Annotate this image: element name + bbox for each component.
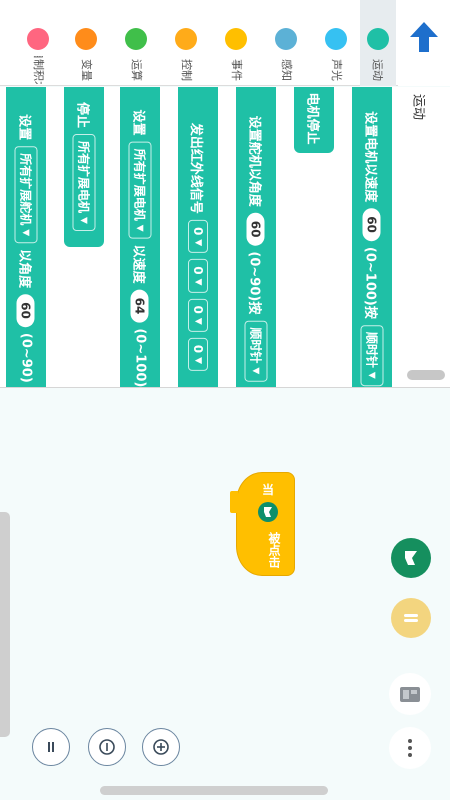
equal-icon <box>48 742 54 752</box>
block-text: (0~90)按 <box>246 251 262 315</box>
category-custom-blocks[interactable]: 自制积木 <box>22 0 55 86</box>
block-text: (0~90) <box>18 332 34 383</box>
angle-value-field[interactable]: 60 <box>17 294 35 327</box>
zoom-in-button[interactable] <box>142 728 180 766</box>
hat-block-when-flag-clicked[interactable]: 当 被点击 <box>230 472 295 576</box>
category-events[interactable]: 事件 <box>220 0 253 86</box>
speed-value-field[interactable]: 60 <box>363 208 381 241</box>
category-label: 感知 <box>279 59 293 81</box>
block-text: 电机停止 <box>304 92 320 145</box>
dropdown-arrow-icon: ▼ <box>367 371 377 379</box>
hat-when-text: 当 <box>261 483 274 497</box>
ir-byte-dropdown[interactable]: 0 ▼ <box>188 259 208 293</box>
angle-value-field[interactable]: 60 <box>247 212 265 246</box>
pause-icon <box>404 614 418 622</box>
category-label: 声光 <box>329 59 343 81</box>
dropdown-arrow-icon: ▼ <box>193 357 203 365</box>
block-text: 设置 <box>130 109 146 136</box>
palette-title-text: 运动 <box>410 93 426 121</box>
block-motor-stop[interactable]: 电机停止 <box>294 87 334 153</box>
block-text: 停止 <box>74 102 90 129</box>
ir-byte-dropdown[interactable]: 0 ▼ <box>188 337 208 372</box>
servo-select-dropdown[interactable]: 所有扩展舵机 ▼ <box>14 146 38 244</box>
block-text: 设置 <box>16 114 32 141</box>
block-text: 以速度 <box>130 244 146 284</box>
block-text: 以角度 <box>16 249 32 289</box>
green-flag-icon <box>405 551 417 565</box>
operators-color-dot <box>125 28 147 50</box>
block-stop-ext-motors[interactable]: 停止 所有扩展电机 ▼ <box>64 87 104 247</box>
block-set-ext-motor-speed[interactable]: 设置 所有扩展电机 ▼ 以速度 64 (0~100) <box>120 87 160 388</box>
run-green-flag-button[interactable] <box>391 538 431 578</box>
motor-select-dropdown[interactable]: 所有扩展电机 ▼ <box>72 134 96 231</box>
category-label: 运动 <box>371 59 384 81</box>
zoom-out-icon <box>99 739 115 755</box>
workspace-horizontal-scrollbar[interactable] <box>100 786 328 795</box>
category-label: 事件 <box>229 59 243 81</box>
dropdown-arrow-icon: ▼ <box>251 367 261 375</box>
category-label: 变量 <box>79 59 93 81</box>
events-color-dot <box>225 28 247 50</box>
block-text: (0~100)按 <box>362 246 378 319</box>
category-label: 控制 <box>179 59 193 81</box>
block-set-motor-speed[interactable]: 设置电机以速度 60 (0~100)按 顺时针 ▼ <box>352 87 392 387</box>
palette-scrollbar[interactable] <box>407 370 445 380</box>
variables-color-dot <box>75 28 97 50</box>
dropdown-arrow-icon: ▼ <box>79 217 89 224</box>
motor-select-dropdown[interactable]: 所有扩展电机 ▼ <box>128 141 152 239</box>
collapse-arrow-button[interactable] <box>398 0 450 86</box>
motion-color-dot <box>367 28 389 50</box>
stop-button[interactable] <box>391 598 431 638</box>
sound-light-color-dot <box>325 28 347 50</box>
device-icon <box>400 687 420 702</box>
category-motion[interactable]: 运动 <box>360 0 396 86</box>
zoom-out-button[interactable] <box>88 728 126 766</box>
dropdown-arrow-icon: ▼ <box>21 229 31 237</box>
category-variables[interactable]: 变量 <box>70 0 103 86</box>
direction-dropdown[interactable]: 顺时针 ▼ <box>360 324 384 386</box>
category-operators[interactable]: 运算 <box>120 0 153 86</box>
speed-value-field[interactable]: 64 <box>131 289 149 323</box>
green-flag-icon <box>258 502 278 522</box>
block-text: 设置舵机以角度 <box>246 115 262 207</box>
more-options-button[interactable] <box>389 727 431 769</box>
category-bar: 自制积木 变量 运算 控制 事件 感知 声光 运动 <box>0 0 450 86</box>
block-palette: 运动 设置电机以速度 60 (0~100)按 顺时针 ▼ 电机停止 设置舵机以角度… <box>0 87 450 388</box>
dropdown-arrow-icon: ▼ <box>193 239 203 247</box>
hat-clicked-text: 被点击 <box>267 532 281 568</box>
category-control[interactable]: 控制 <box>170 0 203 86</box>
dropdown-arrow-icon: ▼ <box>135 224 145 232</box>
block-set-servo-angle[interactable]: 设置舵机以角度 60 (0~90)按 顺时针 ▼ <box>236 87 276 387</box>
dropdown-arrow-icon: ▼ <box>193 278 203 286</box>
arrow-up-icon <box>410 22 438 52</box>
block-text: 设置电机以速度 <box>362 111 378 203</box>
workspace-vertical-scrollbar[interactable] <box>0 512 10 737</box>
control-color-dot <box>175 28 197 50</box>
palette-section-title: 运动 <box>405 87 435 127</box>
category-sound-light[interactable]: 声光 <box>320 0 353 86</box>
block-text: (0~100) <box>132 328 148 388</box>
device-connect-button[interactable] <box>389 673 431 715</box>
block-set-ext-servo-angle[interactable]: 设置 所有扩展舵机 ▼ 以角度 60 (0~90) <box>6 87 46 387</box>
direction-dropdown[interactable]: 顺时针 ▼ <box>244 320 268 382</box>
ir-byte-dropdown[interactable]: 0 ▼ <box>188 219 208 254</box>
category-label: 运算 <box>129 59 143 81</box>
block-send-ir-signal[interactable]: 发出红外线信号 0 ▼ 0 ▼ 0 ▼ 0 ▼ <box>178 87 218 387</box>
category-label: 自制积木 <box>31 56 45 84</box>
zoom-in-icon <box>153 739 169 755</box>
zoom-reset-button[interactable] <box>32 728 70 766</box>
dropdown-arrow-icon: ▼ <box>193 317 203 325</box>
sensing-color-dot <box>275 28 297 50</box>
custom-blocks-color-dot <box>27 28 49 50</box>
block-text: 发出红外线信号 <box>188 122 204 214</box>
more-vertical-icon <box>408 739 412 757</box>
category-sensing[interactable]: 感知 <box>270 0 303 86</box>
ir-byte-dropdown[interactable]: 0 ▼ <box>188 298 208 332</box>
